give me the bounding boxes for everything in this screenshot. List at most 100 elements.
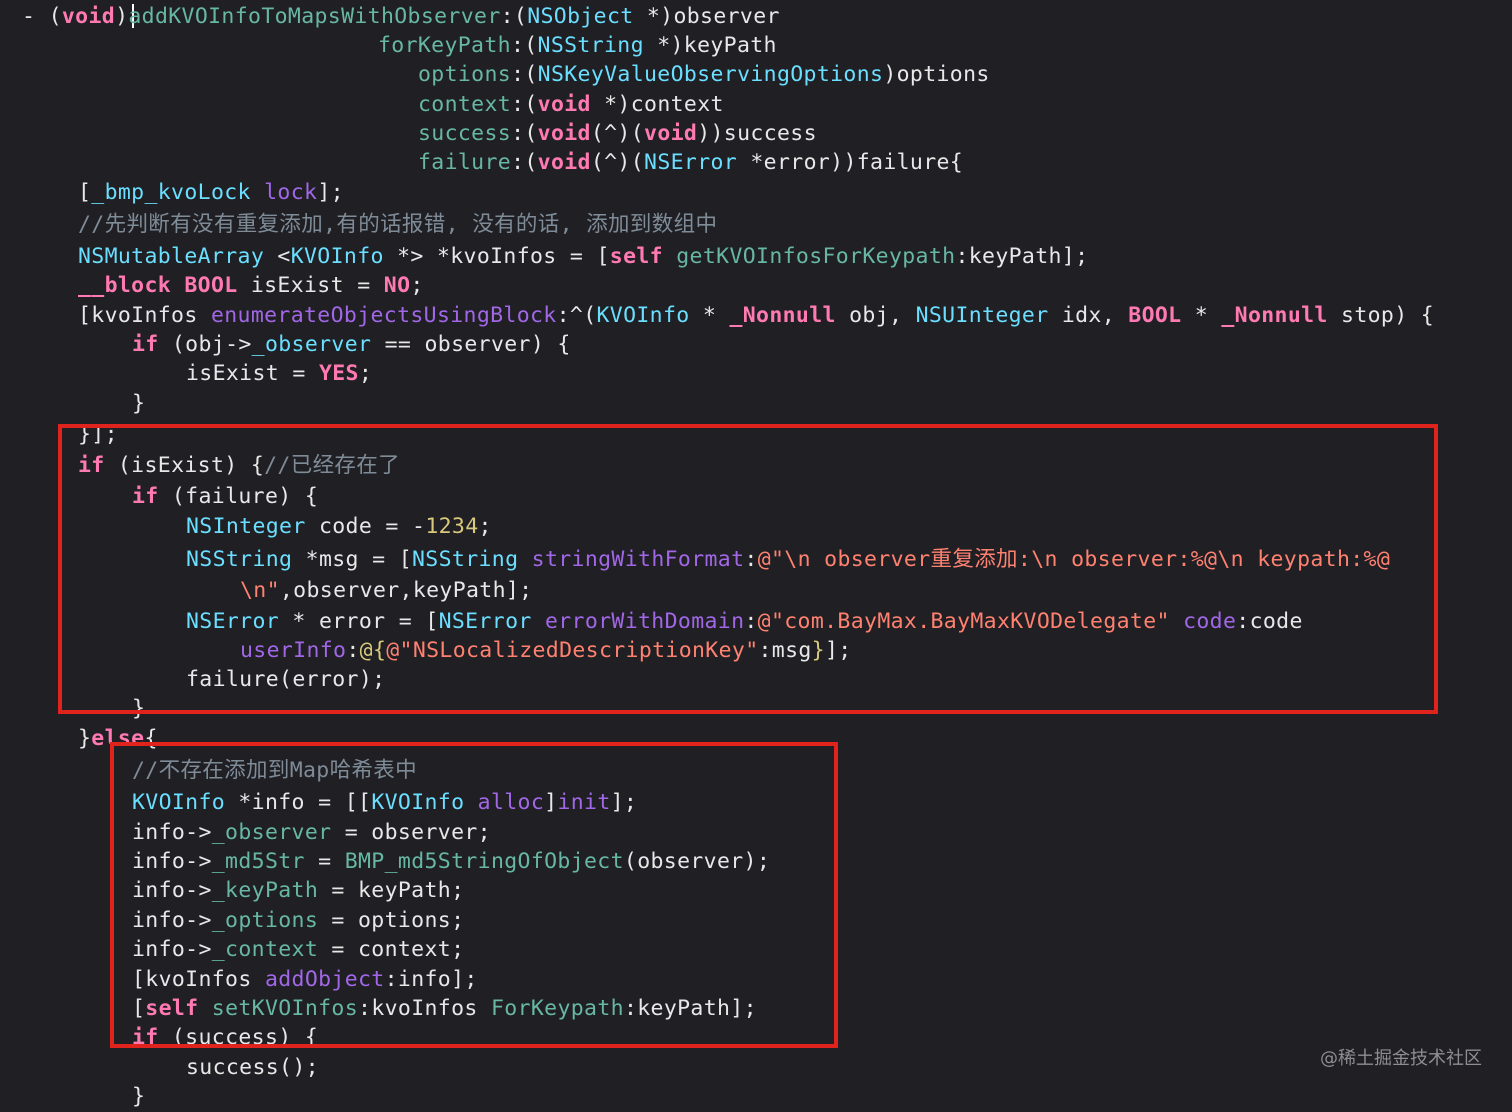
code-line: info->_observer = observer; — [132, 818, 491, 848]
code-token: info-> — [132, 878, 212, 903]
code-token: __block — [78, 273, 172, 298]
code-token: enumerateObjectsUsingBlock — [210, 303, 557, 328]
code-token: void — [644, 121, 698, 146]
code-token: stop) { — [1327, 303, 1435, 328]
code-token: ; — [478, 514, 492, 539]
code-token: NSMutableArray — [78, 244, 265, 269]
code-token: self — [145, 996, 199, 1021]
code-token: : — [744, 609, 758, 634]
code-token: *error))failure{ — [737, 150, 964, 175]
code-token: getKVOInfosForKeypath — [676, 244, 956, 269]
code-token: setKVOInfos — [211, 996, 359, 1021]
code-token: NSString — [186, 547, 293, 572]
code-token: else — [91, 726, 145, 751]
code-token: ,observer,keyPath]; — [279, 578, 533, 603]
code-line: } — [132, 694, 145, 724]
code-token: forKeyPath — [378, 33, 511, 58]
code-token: :( — [500, 4, 528, 29]
code-token: success(); — [186, 1055, 319, 1080]
code-token: KVOInfo — [596, 303, 690, 328]
code-token: info-> — [132, 849, 212, 874]
code-token: (obj-> — [158, 332, 252, 357]
code-token: _keyPath — [211, 878, 319, 903]
code-token: :( — [510, 33, 538, 58]
code-token: if — [132, 332, 159, 357]
code-token: (^)( — [590, 121, 645, 146]
code-token: [kvoInfos — [78, 303, 211, 328]
code-line: success:(void(^)(void))success — [418, 119, 817, 149]
code-token: ]; — [610, 790, 638, 815]
code-token: code = - — [305, 514, 426, 539]
code-token: NSUInteger — [915, 303, 1049, 328]
code-token: ; — [410, 273, 424, 298]
code-line: NSInteger code = -1234; — [186, 512, 492, 542]
code-token: ]; — [824, 638, 852, 663]
code-token: :info]; — [384, 967, 478, 992]
code-token: [ — [132, 996, 146, 1021]
code-token: void — [537, 92, 591, 117]
code-token: == observer) { — [371, 332, 571, 357]
code-token: = context; — [318, 937, 465, 962]
code-token: :code — [1236, 609, 1303, 634]
code-line: info->_md5Str = BMP_md5StringOfObject(ob… — [132, 847, 770, 877]
code-token: NSKeyValueObservingOptions — [537, 62, 884, 87]
code-line: - (void)addKVOInfoToMapsWithObserver:(NS… — [22, 2, 780, 32]
code-token: if — [132, 1025, 159, 1050]
code-line: if (isExist) {//已经存在了 — [78, 451, 400, 481]
code-token: NSError — [186, 609, 280, 634]
code-token: [ — [78, 180, 92, 205]
code-token: :keyPath]; — [623, 996, 757, 1021]
code-token: ))success — [697, 121, 817, 146]
code-token: success — [418, 121, 512, 146]
code-token: obj, — [835, 303, 916, 328]
code-line: }]; — [78, 420, 118, 450]
code-token: :( — [511, 92, 538, 117]
code-token: idx, — [1048, 303, 1129, 328]
code-token: errorWithDomain — [544, 609, 745, 634]
code-line: info->_context = context; — [132, 935, 464, 965]
code-line: forKeyPath:(NSString *)keyPath — [378, 31, 777, 61]
code-token: ; — [358, 361, 373, 386]
code-token: { — [144, 726, 158, 751]
code-token: * — [1181, 303, 1222, 328]
code-line: NSError * error = [NSError errorWithDoma… — [186, 607, 1303, 637]
code-token: (observer); — [623, 849, 771, 874]
code-token: _md5Str — [211, 849, 305, 874]
code-token: @"NSLocalizedDescriptionKey" — [386, 638, 759, 663]
code-token: = observer; — [331, 820, 491, 845]
code-token: ] — [544, 790, 558, 815]
code-token: NSInteger — [186, 514, 306, 539]
code-token: NSObject — [527, 4, 634, 29]
code-token: void — [61, 4, 116, 29]
code-token: } — [132, 391, 146, 416]
code-line: \n",observer,keyPath]; — [240, 576, 532, 606]
code-token: addObject — [264, 967, 385, 992]
code-token: :msg — [758, 638, 812, 663]
code-token: *)keyPath — [643, 33, 777, 58]
code-token: //已经存在了 — [264, 453, 400, 478]
code-editor[interactable]: - (void)addKVOInfoToMapsWithObserver:(NS… — [0, 0, 1512, 1109]
code-token: code — [1183, 609, 1237, 634]
code-token: NSString — [537, 33, 644, 58]
code-token: } — [132, 696, 146, 721]
code-token: @"\n observer重复添加:\n observer:%@\n keypa… — [757, 547, 1391, 572]
code-token: = options; — [318, 908, 465, 933]
code-token: : — [744, 547, 758, 572]
code-token: lock — [264, 180, 318, 205]
code-token: } — [811, 638, 825, 663]
code-line: __block BOOL isExist = NO; — [78, 271, 424, 301]
code-token: NSString — [412, 547, 519, 572]
code-token: addKVOInfoToMapsWithObserver — [128, 4, 501, 29]
code-token: (^)( — [590, 150, 645, 175]
code-token: _options — [211, 908, 319, 933]
code-token: void — [537, 150, 591, 175]
code-token: _observer — [251, 332, 372, 357]
code-line: options:(NSKeyValueObservingOptions)opti… — [418, 60, 990, 90]
code-token: KVOInfo — [290, 244, 384, 269]
code-token: \n" — [240, 578, 280, 603]
code-token: _Nonnull — [1221, 303, 1328, 328]
